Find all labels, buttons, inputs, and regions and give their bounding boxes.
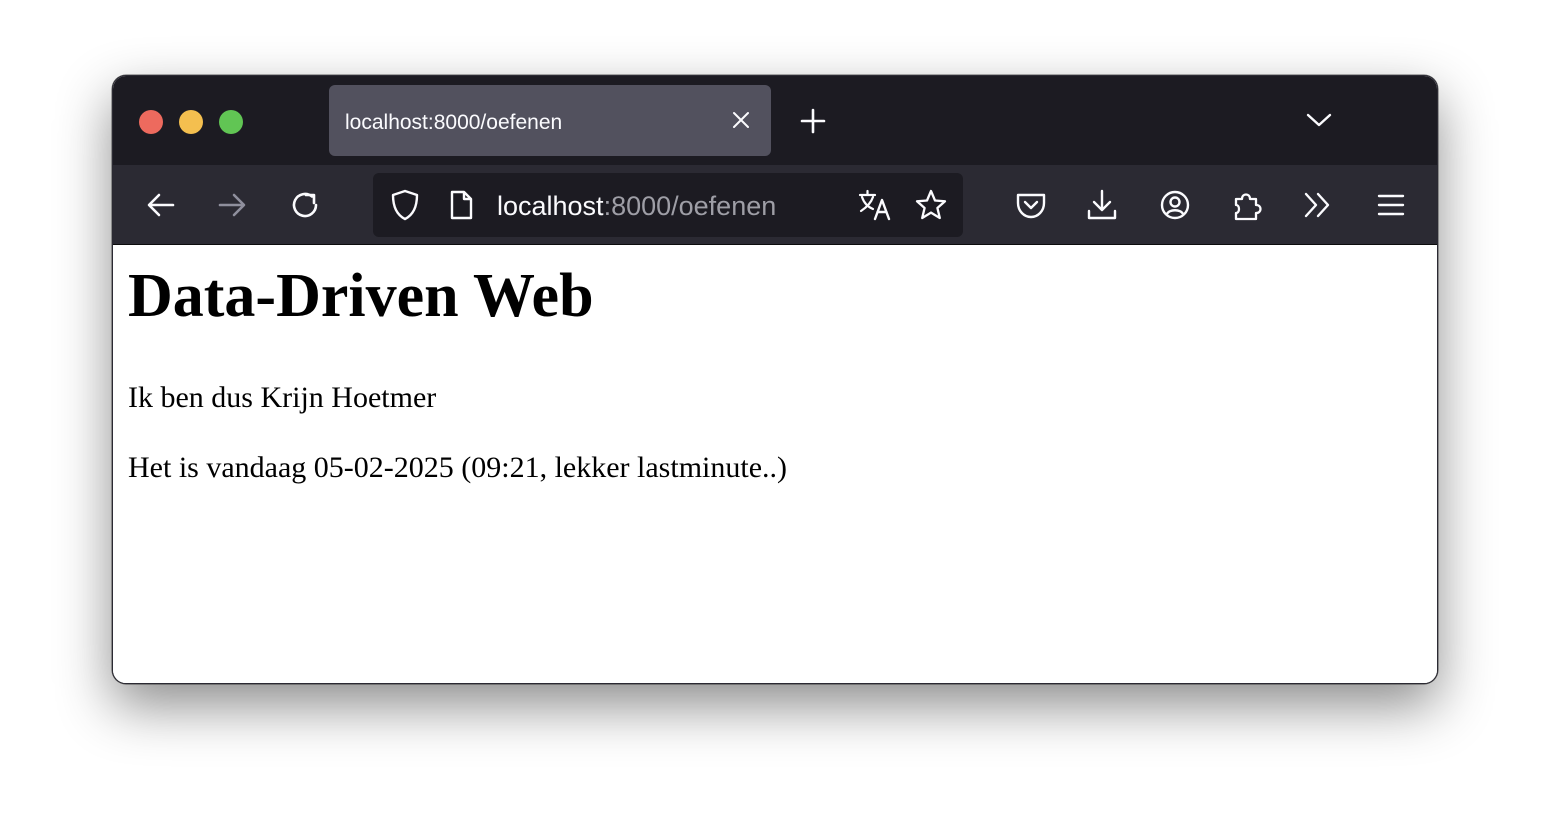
star-icon[interactable] bbox=[913, 187, 949, 223]
url-bar[interactable]: localhost:8000/oefenen bbox=[373, 173, 963, 237]
navigation-toolbar: localhost:8000/oefenen bbox=[113, 165, 1437, 245]
arrow-right-icon[interactable] bbox=[214, 187, 250, 223]
arrow-left-icon[interactable] bbox=[143, 187, 179, 223]
page-icon bbox=[443, 187, 479, 223]
page-heading: Data-Driven Web bbox=[128, 262, 594, 330]
intro-text: Ik ben dus Krijn Hoetmer bbox=[128, 381, 437, 414]
download-icon[interactable] bbox=[1084, 187, 1120, 223]
url-path: :8000/oefenen bbox=[603, 191, 777, 221]
browser-window: localhost:8000/oefenen localhost:8000/oe… bbox=[112, 75, 1438, 684]
tab-bar: localhost:8000/oefenen bbox=[113, 76, 1437, 165]
shield-icon[interactable] bbox=[387, 187, 423, 223]
puzzle-icon[interactable] bbox=[1229, 187, 1265, 223]
date-text: Het is vandaag 05-02-2025 (09:21, lekker… bbox=[128, 451, 788, 484]
minimize-window-button[interactable] bbox=[179, 110, 203, 134]
list-all-tabs-chevron-down-icon[interactable] bbox=[1305, 110, 1333, 130]
url-host: localhost bbox=[497, 191, 604, 221]
pocket-icon[interactable] bbox=[1013, 187, 1049, 223]
translate-icon[interactable] bbox=[857, 187, 893, 223]
chevrons-right-icon[interactable] bbox=[1300, 187, 1336, 223]
reload-icon[interactable] bbox=[287, 187, 323, 223]
new-tab-plus-icon[interactable] bbox=[799, 107, 827, 135]
active-tab[interactable]: localhost:8000/oefenen bbox=[329, 85, 771, 156]
maximize-window-button[interactable] bbox=[219, 110, 243, 134]
close-window-button[interactable] bbox=[139, 110, 163, 134]
close-tab-icon[interactable] bbox=[731, 110, 751, 130]
account-icon[interactable] bbox=[1157, 187, 1193, 223]
page-content: Data-Driven Web Ik ben dus Krijn Hoetmer… bbox=[113, 245, 1437, 683]
hamburger-menu-icon[interactable] bbox=[1373, 187, 1409, 223]
url-text[interactable]: localhost:8000/oefenen bbox=[497, 173, 776, 237]
tab-title: localhost:8000/oefenen bbox=[345, 111, 563, 134]
